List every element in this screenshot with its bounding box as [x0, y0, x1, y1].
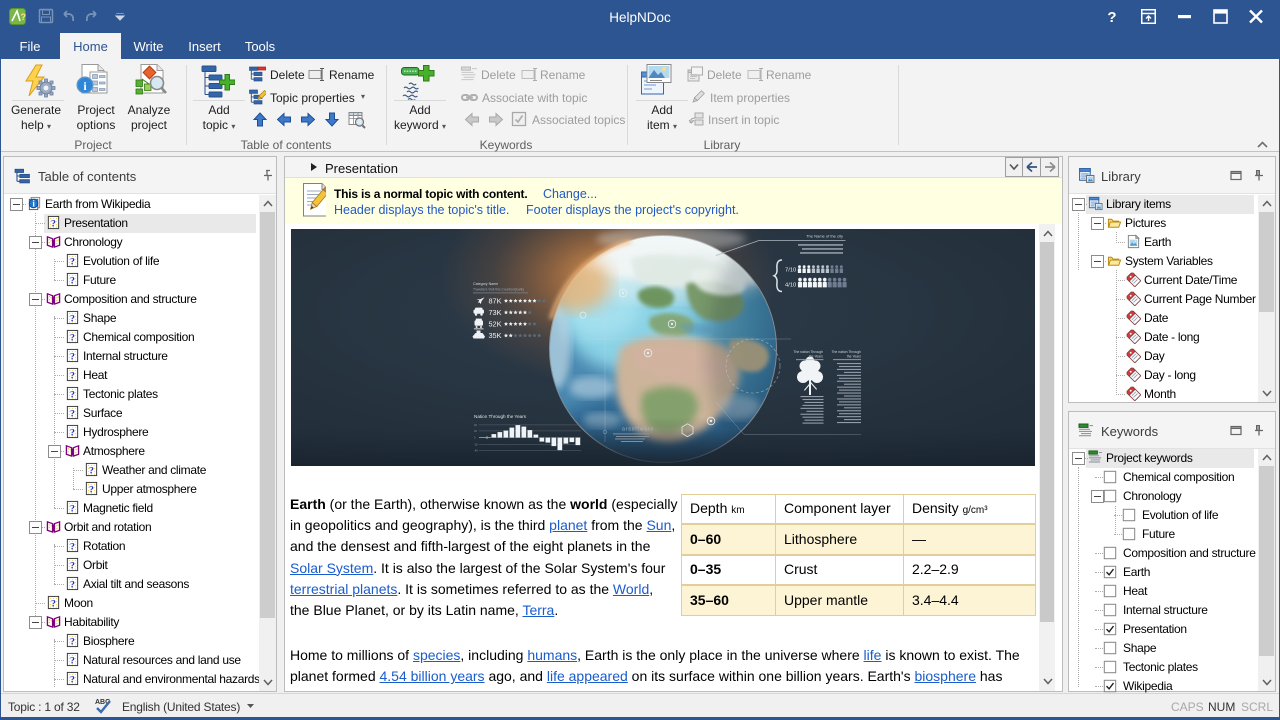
- svg-text:35K: 35K: [489, 331, 502, 340]
- svg-text:87K: 87K: [489, 296, 502, 305]
- svg-text:Category Name: Category Name: [473, 282, 498, 286]
- svg-text:7/10: 7/10: [785, 268, 796, 274]
- svg-text:-40: -40: [474, 449, 478, 453]
- svg-text:Nation Through the Years: Nation Through the Years: [474, 414, 527, 419]
- svg-text:-20: -20: [474, 443, 478, 447]
- svg-text:arsoftware: arsoftware: [622, 427, 654, 433]
- svg-text:the Years: the Years: [809, 355, 823, 359]
- svg-text:73K: 73K: [489, 308, 502, 317]
- svg-text:The Name of the city: The Name of the city: [806, 234, 843, 239]
- svg-text:The nation Through: The nation Through: [793, 350, 823, 354]
- svg-text:The nation Through: The nation Through: [831, 350, 861, 354]
- svg-text:Travellers Visit this Country/: Travellers Visit this Country/Quality: [473, 288, 524, 292]
- svg-text:4/10: 4/10: [785, 283, 796, 289]
- svg-text:?: ?: [1107, 9, 1116, 26]
- svg-text:52K: 52K: [489, 319, 502, 328]
- svg-text:the Years: the Years: [847, 355, 861, 359]
